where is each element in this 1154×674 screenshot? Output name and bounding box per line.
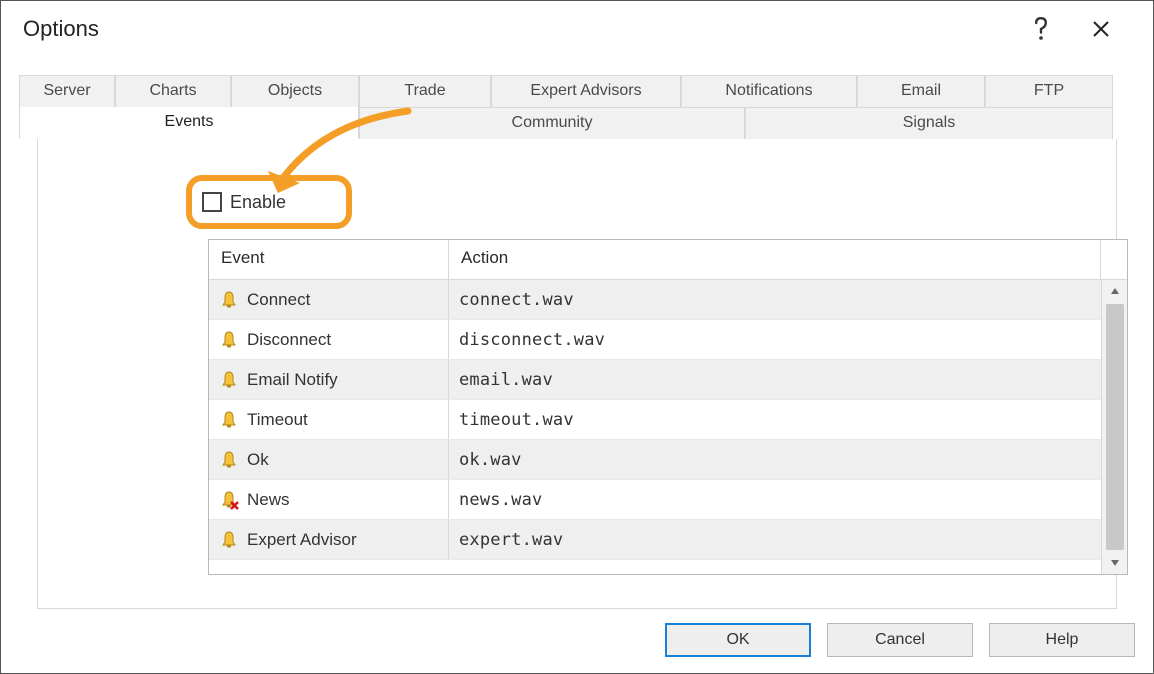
tab-events[interactable]: Events <box>19 107 359 139</box>
tab-expert-advisors[interactable]: Expert Advisors <box>491 75 681 107</box>
col-header-action[interactable]: Action <box>449 240 1101 280</box>
event-label: Connect <box>247 290 310 310</box>
tab-notifications[interactable]: Notifications <box>681 75 857 107</box>
cell-action: news.wav <box>449 480 1127 519</box>
cell-action: expert.wav <box>449 520 1127 559</box>
tabs-area: Server Charts Objects Trade Expert Advis… <box>19 75 1135 609</box>
table-row[interactable]: Ok ok.wav <box>209 440 1127 480</box>
cell-action: timeout.wav <box>449 400 1127 439</box>
event-label: Ok <box>247 450 269 470</box>
cell-event: Timeout <box>209 400 449 439</box>
cell-event: News <box>209 480 449 519</box>
enable-checkbox[interactable] <box>202 192 222 212</box>
scroll-down-icon[interactable] <box>1102 552 1127 574</box>
help-button[interactable]: Help <box>989 623 1135 657</box>
options-window: Options Server Charts Objects Trade Expe… <box>0 0 1154 674</box>
bell-disabled-icon <box>219 490 239 510</box>
cell-event: Email Notify <box>209 360 449 399</box>
bell-icon <box>219 410 239 430</box>
table-row[interactable]: Connect connect.wav <box>209 280 1127 320</box>
close-icon[interactable] <box>1071 9 1131 49</box>
help-icon[interactable] <box>1011 9 1071 49</box>
table-row[interactable]: News news.wav <box>209 480 1127 520</box>
cell-event: Connect <box>209 280 449 319</box>
table-body: Connect connect.wav Disconnect disconnec… <box>209 280 1127 574</box>
bell-icon <box>219 290 239 310</box>
table-row[interactable]: Disconnect disconnect.wav <box>209 320 1127 360</box>
cancel-button[interactable]: Cancel <box>827 623 973 657</box>
titlebar: Options <box>1 1 1153 57</box>
bell-icon <box>219 450 239 470</box>
cell-action: disconnect.wav <box>449 320 1127 359</box>
scroll-up-icon[interactable] <box>1102 280 1127 302</box>
event-label: News <box>247 490 290 510</box>
dialog-button-bar: OK Cancel Help <box>665 623 1135 657</box>
tabs-row-2: Events Community Signals <box>19 107 1135 139</box>
tab-email[interactable]: Email <box>857 75 985 107</box>
tab-ftp[interactable]: FTP <box>985 75 1113 107</box>
cell-action: email.wav <box>449 360 1127 399</box>
tab-signals[interactable]: Signals <box>745 107 1113 139</box>
bell-icon <box>219 370 239 390</box>
tab-objects[interactable]: Objects <box>231 75 359 107</box>
event-label: Expert Advisor <box>247 530 357 550</box>
events-table: Event Action Connect connect.wav <box>208 239 1128 575</box>
window-title: Options <box>23 16 99 42</box>
table-row[interactable]: Email Notify email.wav <box>209 360 1127 400</box>
event-label: Timeout <box>247 410 308 430</box>
col-header-scroll <box>1101 240 1127 280</box>
tab-trade[interactable]: Trade <box>359 75 491 107</box>
cell-action: ok.wav <box>449 440 1127 479</box>
table-row[interactable]: Timeout timeout.wav <box>209 400 1127 440</box>
cell-event: Expert Advisor <box>209 520 449 559</box>
event-label: Disconnect <box>247 330 331 350</box>
tab-community[interactable]: Community <box>359 107 745 139</box>
events-panel: Enable Event Action Connect <box>37 139 1117 609</box>
event-label: Email Notify <box>247 370 338 390</box>
bell-icon <box>219 330 239 350</box>
bell-icon <box>219 530 239 550</box>
tabs-row-1: Server Charts Objects Trade Expert Advis… <box>19 75 1135 107</box>
cell-event: Ok <box>209 440 449 479</box>
cell-action: connect.wav <box>449 280 1127 319</box>
enable-highlight: Enable <box>186 175 352 229</box>
cell-event: Disconnect <box>209 320 449 359</box>
scroll-thumb[interactable] <box>1106 304 1124 550</box>
table-header-row: Event Action <box>209 240 1127 280</box>
ok-button[interactable]: OK <box>665 623 811 657</box>
table-scrollbar[interactable] <box>1101 280 1127 574</box>
col-header-event[interactable]: Event <box>209 240 449 280</box>
tab-charts[interactable]: Charts <box>115 75 231 107</box>
enable-label: Enable <box>230 192 286 213</box>
tab-server[interactable]: Server <box>19 75 115 107</box>
table-row[interactable]: Expert Advisor expert.wav <box>209 520 1127 560</box>
